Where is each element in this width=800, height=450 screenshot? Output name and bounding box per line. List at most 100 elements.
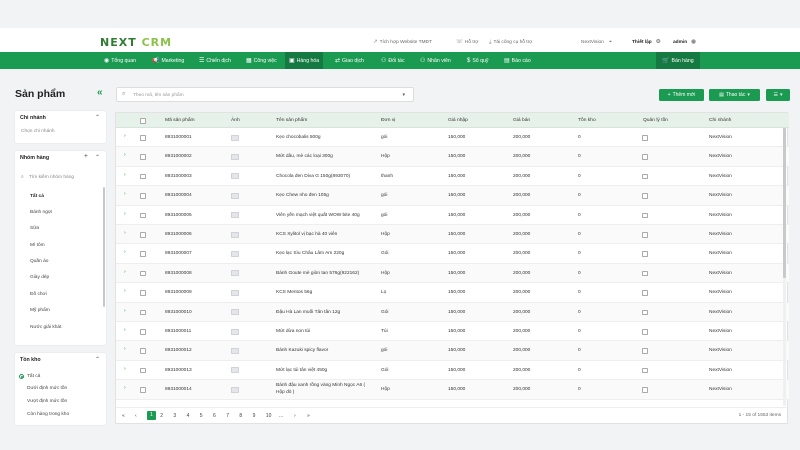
row-checkbox[interactable] (140, 290, 146, 296)
manage-stock-checkbox[interactable] (642, 270, 648, 277)
table-scrollbar[interactable] (783, 128, 786, 406)
cell-name[interactable]: Mứt dâu, mè các loại 300g (276, 154, 366, 161)
table-row[interactable]: › 8931000001 Kẹo chocobalis 500g gói 150,000… (116, 128, 789, 148)
table-row[interactable]: › 8931000010 Đậu Hà Lan muối Tân tân 12g Gó… (116, 302, 789, 322)
table-row[interactable]: › 8931000003 Chocola đen Diva G 150g(89307… (116, 167, 789, 187)
nav-products[interactable]: ▣ Hàng hóa (285, 52, 324, 69)
row-checkbox[interactable] (140, 154, 146, 160)
row-checkbox[interactable] (140, 173, 146, 180)
logo[interactable]: NEXT CRM (100, 36, 172, 49)
page-button[interactable]: 3 (173, 413, 176, 419)
add-group-icon[interactable]: + (84, 153, 88, 160)
table-row[interactable]: › 8931000007 Kẹo lạc Sìu Châu Lâm Am 220g G… (116, 244, 789, 264)
table-row[interactable]: › 8931000006 KCS Xylitol vị bạc hà 40 viên… (116, 225, 789, 245)
row-checkbox[interactable] (140, 367, 146, 374)
last-page-button[interactable]: » (307, 413, 310, 419)
group-item[interactable]: Mì tôm (30, 243, 45, 248)
col-name[interactable]: Tên sản phẩm (276, 118, 307, 123)
expand-row-icon[interactable]: › (124, 308, 126, 314)
table-row[interactable]: › 8931000008 Bánh Goute mè giòn tan 576g(9… (116, 263, 789, 284)
cell-code[interactable]: 8931000006 (165, 232, 192, 237)
nav-partners[interactable]: ⚇ Đối tác (377, 52, 409, 69)
page-button[interactable]: ... (279, 413, 283, 419)
col-price[interactable]: Giá bán (513, 118, 530, 123)
col-code[interactable]: Mã sản phẩm (165, 118, 195, 123)
page-button[interactable]: 6 (213, 413, 216, 419)
cell-code[interactable]: 8931000009 (165, 290, 192, 295)
cell-name[interactable]: Mứt lạc túi tân việt 450g (276, 368, 366, 375)
actions-button[interactable]: ▤ Thao tác ▾ (709, 89, 760, 101)
row-checkbox[interactable] (140, 232, 146, 238)
col-cost[interactable]: Giá nhập (448, 118, 468, 123)
cell-name[interactable]: Đậu Hà Lan muối Tân tân 12g (276, 310, 366, 317)
table-row[interactable]: › 8931000002 Mứt dâu, mè các loại 300g Hộp 1… (116, 147, 789, 167)
nav-staff[interactable]: ⚇ Nhân viên (416, 52, 455, 69)
settings-link[interactable]: Thiết lập ⚙ (632, 39, 661, 45)
cell-code[interactable]: 8931000003 (165, 174, 192, 179)
cell-code[interactable]: 8931000002 (165, 154, 192, 159)
cell-code[interactable]: 8931000014 (165, 387, 192, 392)
table-row[interactable]: › 8931000005 Viên yến mạch việt quất WOW b… (116, 206, 789, 225)
row-checkbox[interactable] (140, 329, 146, 335)
group-item[interactable]: Bánh ngọt (30, 210, 52, 215)
manage-stock-checkbox[interactable] (642, 232, 648, 238)
group-item[interactable]: Đồ chơi (30, 292, 47, 297)
group-item[interactable]: Sữa (30, 226, 39, 231)
table-row[interactable]: › 8931000011 Mứt dừa non túi Túi 150,000 200,… (116, 322, 789, 342)
view-menu-button[interactable]: ☰ ▾ (766, 89, 790, 101)
nav-overview[interactable]: ◉ Tổng quan (100, 52, 140, 69)
cell-code[interactable]: 8931000001 (165, 135, 192, 140)
dropdown-caret-icon[interactable]: ▾ (402, 92, 405, 98)
expand-row-icon[interactable]: › (124, 288, 126, 294)
manage-stock-checkbox[interactable] (642, 173, 648, 180)
cell-code[interactable]: 8931000010 (165, 310, 192, 315)
download-tools-link[interactable]: ⤓ Tải công cụ hỗ trợ (489, 39, 532, 46)
cell-name[interactable]: Bánh Goute mè giòn tan 576g(922162) (276, 271, 366, 278)
user-menu[interactable]: admin ◉ (673, 39, 696, 45)
prev-page-button[interactable]: ‹ (135, 413, 137, 419)
page-button[interactable]: 5 (200, 413, 203, 419)
table-row[interactable]: › 8931000009 KCS Mentos 56g Lọ 150,000 200,00… (116, 283, 789, 303)
support-link[interactable]: ☏ Hỗ trợ (456, 39, 478, 45)
row-checkbox[interactable] (140, 348, 146, 354)
manage-stock-checkbox[interactable] (642, 348, 648, 354)
cell-name[interactable]: Chocola đen Diva G 150g(893070) (276, 174, 366, 181)
cell-code[interactable]: 8931000013 (165, 368, 192, 373)
row-checkbox[interactable] (140, 212, 146, 219)
manage-stock-checkbox[interactable] (642, 367, 648, 374)
expand-row-icon[interactable]: › (124, 230, 126, 236)
row-checkbox[interactable] (140, 270, 146, 277)
stock-option-label[interactable]: Dưới định mức tồn (27, 386, 67, 391)
cell-name[interactable]: Mứt dừa non túi (276, 329, 366, 336)
page-button-active[interactable]: 1 (147, 411, 156, 420)
table-row[interactable]: › 8931000014 Bánh đậu xanh rồng vàng Minh … (116, 380, 789, 400)
expand-row-icon[interactable]: › (124, 327, 126, 333)
branch-select[interactable]: Chọn chi nhánh (21, 129, 55, 134)
scrollbar-thumb[interactable] (783, 128, 786, 278)
chevron-up-icon[interactable]: ⌃ (95, 114, 100, 121)
col-unit[interactable]: Đơn vị (381, 118, 395, 123)
add-product-button[interactable]: + Thêm mới (659, 89, 704, 101)
manage-stock-checkbox[interactable] (642, 251, 648, 257)
nav-campaigns[interactable]: ☰ Chiến dịch (195, 52, 235, 69)
group-search-input[interactable]: Tìm kiếm nhóm hàng (29, 175, 74, 180)
expand-row-icon[interactable]: › (124, 366, 126, 372)
page-button[interactable]: 8 (239, 413, 242, 419)
group-item[interactable]: Mỹ phẩm (30, 308, 50, 313)
manage-stock-checkbox[interactable] (642, 193, 648, 199)
group-item-all[interactable]: Tất cả (30, 194, 44, 199)
page-button[interactable]: 9 (253, 413, 256, 419)
nav-reports[interactable]: ▤ Báo cáo (500, 52, 535, 69)
manage-stock-checkbox[interactable] (642, 212, 648, 219)
cell-name[interactable]: Bánh đậu xanh rồng vàng Minh Ngọc A6 ( H… (276, 383, 366, 396)
cell-name[interactable]: Kẹo Chew nho đen 105g (276, 193, 366, 200)
first-page-button[interactable]: « (122, 413, 125, 419)
nav-transactions[interactable]: ⇄ Giao dịch (331, 52, 368, 69)
group-item[interactable]: Giày dép (30, 275, 49, 280)
expand-row-icon[interactable]: › (124, 211, 126, 217)
stock-option-label[interactable]: Còn hàng trong kho (27, 412, 69, 417)
cell-name[interactable]: Viên yến mạch việt quất WOW bite 40g (276, 213, 366, 220)
manage-stock-checkbox[interactable] (642, 135, 648, 141)
cell-name[interactable]: Kẹo chocobalis 500g (276, 135, 366, 142)
manage-stock-checkbox[interactable] (642, 387, 648, 393)
